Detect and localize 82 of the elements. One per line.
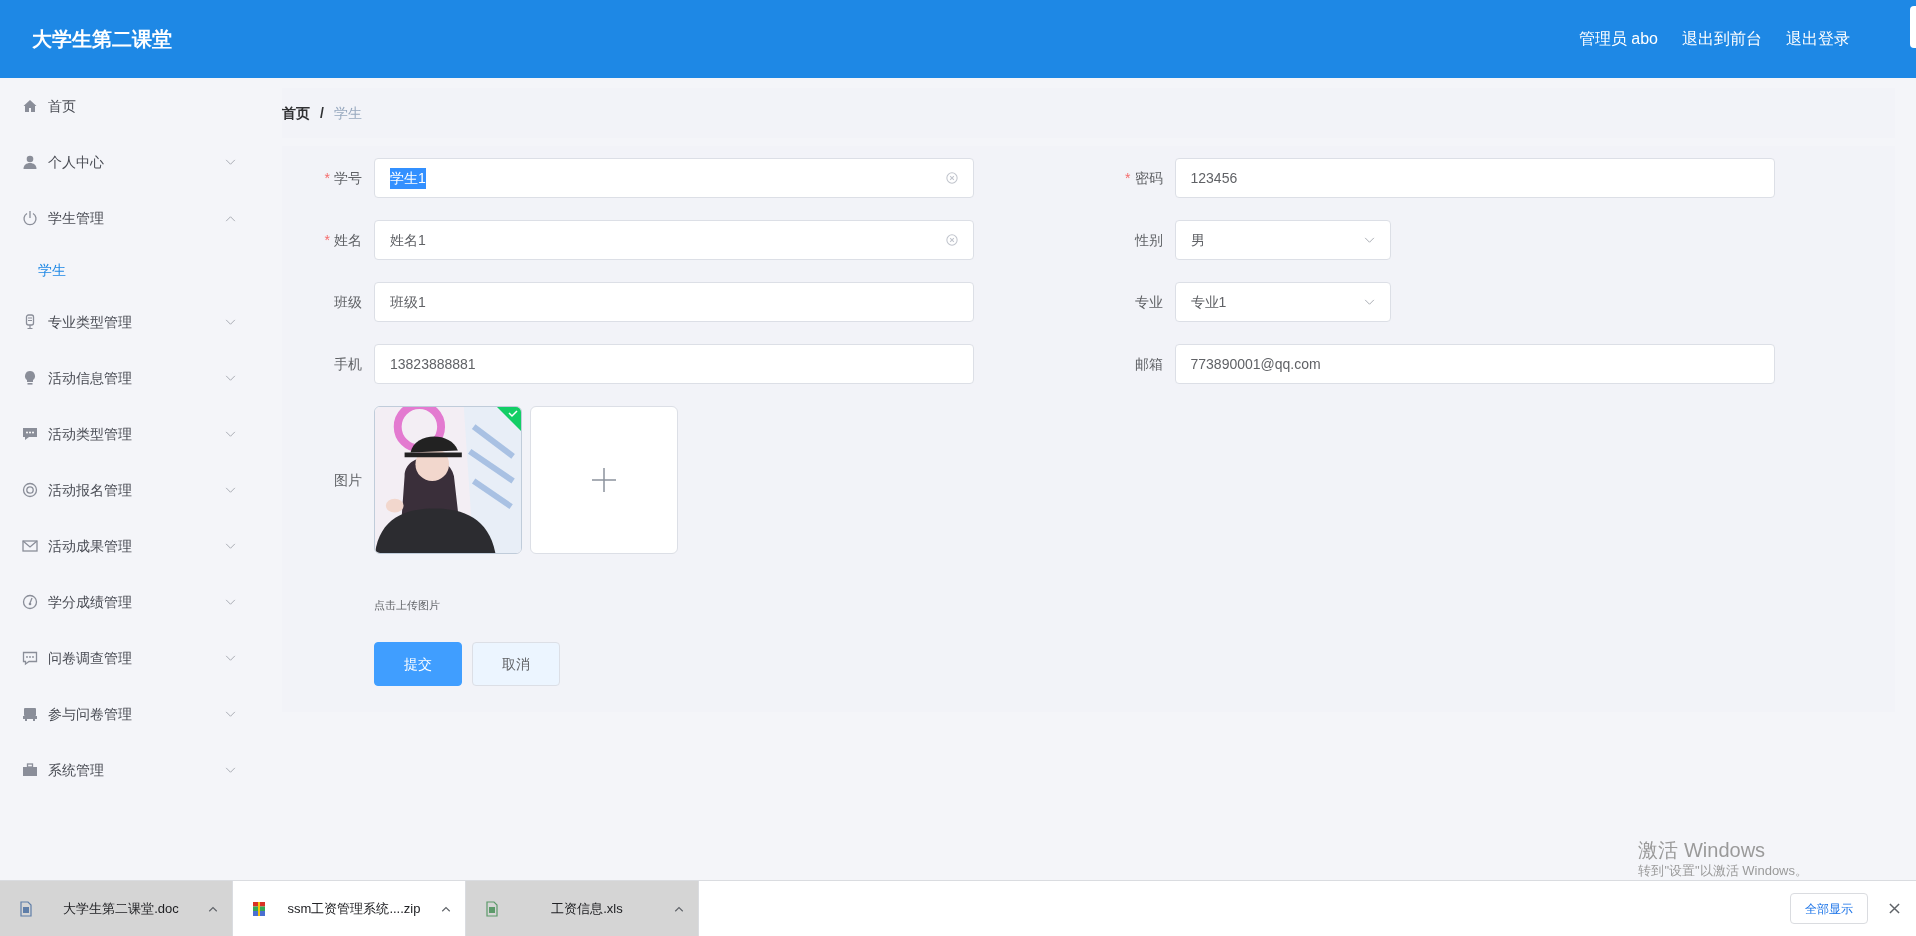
field-label: 姓名	[334, 230, 362, 250]
ring-icon	[22, 482, 38, 498]
clear-icon	[946, 234, 958, 246]
menu-item[interactable]: 活动信息管理	[0, 350, 256, 406]
menu-item[interactable]: 活动类型管理	[0, 406, 256, 462]
file-icon	[484, 900, 500, 917]
input-field[interactable]: 13823888881	[374, 344, 974, 384]
menu-item[interactable]: 专业类型管理	[0, 294, 256, 350]
chevron-down-icon	[225, 430, 236, 438]
menu-item[interactable]: 活动报名管理	[0, 462, 256, 518]
menu-item[interactable]: 参与问卷管理	[0, 686, 256, 742]
chevron-up-icon	[225, 214, 236, 222]
printer-icon	[22, 706, 38, 722]
header-link[interactable]: 退出登录	[1786, 27, 1850, 51]
home-icon	[22, 98, 38, 114]
power-icon	[22, 210, 38, 226]
input-field[interactable]: 班级1	[374, 282, 974, 322]
field-label: 班级	[334, 292, 362, 312]
input-field[interactable]: 773890001@qq.com	[1174, 344, 1775, 384]
required-mark: *	[324, 230, 330, 250]
required-mark: *	[324, 168, 330, 188]
user-link[interactable]: 管理员 abo	[1578, 27, 1658, 51]
file-icon	[18, 900, 34, 917]
scrollbar-thumb[interactable]	[1910, 6, 1916, 48]
briefcase-icon	[22, 762, 38, 778]
mail-icon	[22, 538, 38, 554]
activation-text: 转到"设置"以激活 Windows。	[1638, 863, 1808, 879]
bulb-icon	[22, 370, 38, 386]
cancel-button[interactable]: 取消	[472, 642, 560, 686]
breadcrumb-separator: /	[320, 103, 324, 123]
select-field[interactable]: 专业1	[1174, 282, 1391, 322]
chat-icon	[22, 426, 38, 442]
chevron-down-icon	[225, 598, 236, 606]
plus-icon	[590, 466, 618, 494]
chevron-down-icon	[225, 486, 236, 494]
chevron-down-icon	[1363, 236, 1375, 244]
chevron-down-icon	[225, 654, 236, 662]
gauge-icon	[22, 594, 38, 610]
chevron-down-icon	[1363, 298, 1375, 306]
menu-item[interactable]: 个人中心	[0, 134, 256, 190]
select-field[interactable]: 男	[1174, 220, 1391, 260]
field-label: 学号	[334, 168, 362, 188]
field-label: 专业	[1134, 292, 1163, 312]
breadcrumb-item: 学生	[333, 103, 362, 123]
input-field[interactable]: 姓名1	[374, 220, 974, 260]
input-field[interactable]: 123456	[1174, 158, 1775, 198]
menu-item[interactable]: 首页	[0, 78, 256, 134]
activation-title: 激活 Windows	[1638, 838, 1767, 863]
field-label: 密码	[1134, 168, 1163, 188]
chevron-down-icon	[225, 374, 236, 382]
field-label: 性别	[1134, 230, 1163, 250]
chevron-down-icon	[225, 158, 236, 166]
field-label: 邮箱	[1134, 354, 1163, 374]
upload-hint: 点击上传图片	[374, 599, 440, 611]
chevron-down-icon	[225, 710, 236, 718]
app-title: 大学生第二课堂	[32, 27, 172, 52]
menu-item[interactable]: 问卷调查管理	[0, 630, 256, 686]
clear-icon	[946, 172, 958, 184]
field-label: 图片	[334, 470, 362, 490]
field-label: 手机	[334, 354, 362, 374]
download-item[interactable]: 工资信息.xls	[466, 880, 699, 936]
comment-icon	[22, 650, 38, 666]
caret-up-icon	[441, 905, 451, 912]
submenu-item[interactable]: 学生	[0, 246, 256, 294]
chevron-down-icon	[225, 766, 236, 774]
menu-item[interactable]: 系统管理	[0, 742, 256, 798]
file-icon	[251, 900, 267, 917]
chevron-down-icon	[225, 318, 236, 326]
download-item[interactable]: 大学生第二课堂.doc	[0, 880, 233, 936]
caret-up-icon	[674, 905, 684, 912]
menu-item[interactable]: 活动成果管理	[0, 518, 256, 574]
show-all-button[interactable]: 全部显示	[1790, 893, 1868, 924]
required-mark: *	[1125, 168, 1131, 188]
menu-item[interactable]: 学生管理	[0, 190, 256, 246]
chevron-down-icon	[225, 542, 236, 550]
caret-up-icon	[208, 905, 218, 912]
header-link[interactable]: 退出到前台	[1682, 27, 1762, 51]
menu-item[interactable]: 学分成绩管理	[0, 574, 256, 630]
upload-tile[interactable]	[530, 406, 678, 554]
breadcrumb-item[interactable]: 首页	[282, 102, 310, 124]
user-icon	[22, 154, 38, 170]
close-icon	[1888, 903, 1900, 914]
